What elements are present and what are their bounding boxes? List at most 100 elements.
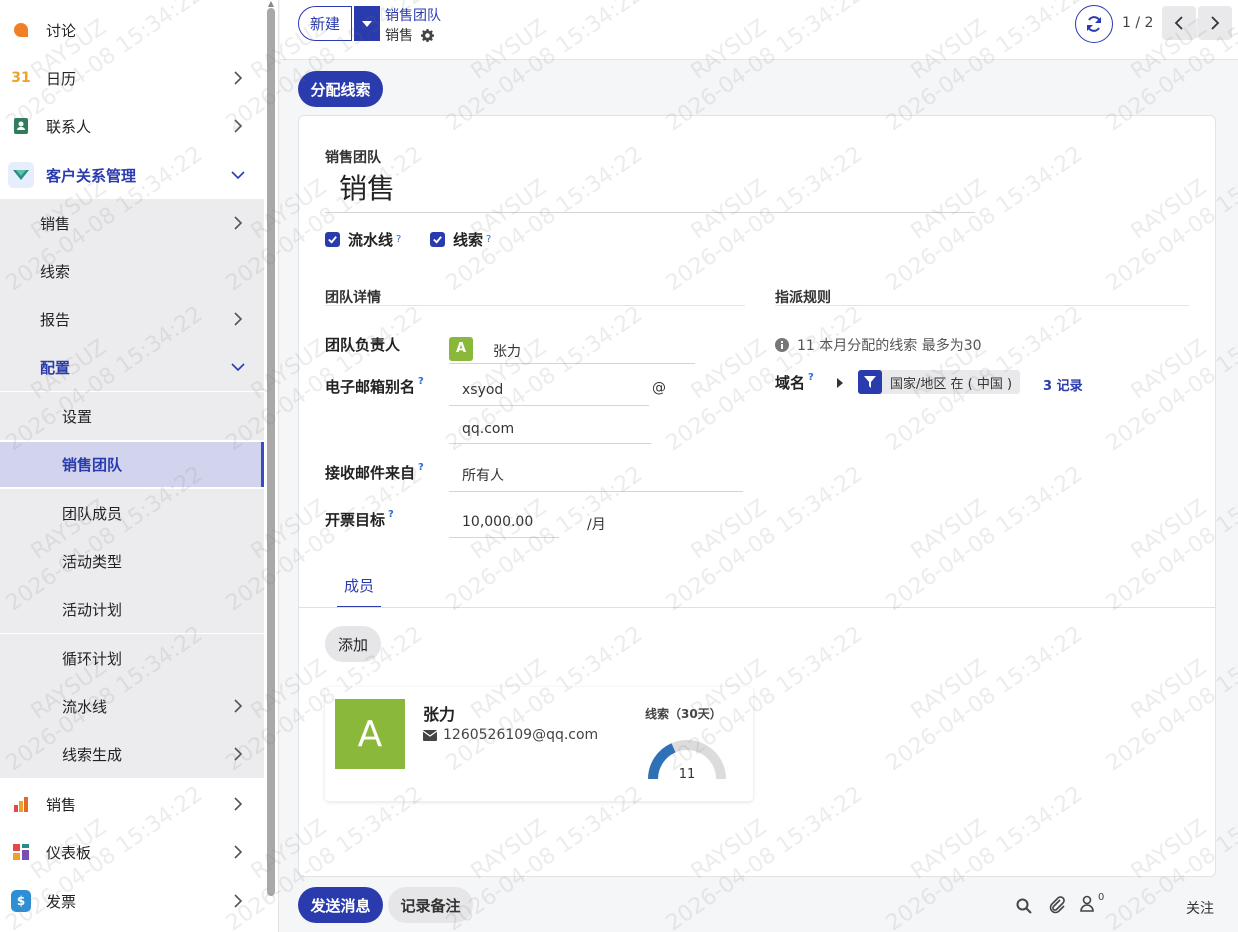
- tab-members[interactable]: 成员: [337, 570, 381, 608]
- paperclip-icon[interactable]: [1048, 896, 1066, 914]
- sidebar-item-configuration[interactable]: 配置: [0, 343, 264, 391]
- chatter-bar: 发送消息 记录备注 0 关注: [280, 880, 1238, 932]
- member-name: 张力: [423, 705, 456, 724]
- member-email-text: 1260526109@qq.com: [443, 727, 599, 743]
- member-email: 1260526109@qq.com: [423, 727, 598, 743]
- help-tooltip-icon[interactable]: ?: [418, 376, 424, 387]
- chevron-right-icon: [228, 894, 248, 908]
- send-message-button[interactable]: 发送消息: [298, 887, 383, 923]
- domain-filter-chip[interactable]: 国家/地区 在 ( 中国 ): [858, 370, 1021, 394]
- add-member-button[interactable]: 添加: [325, 626, 381, 662]
- team-leader-field[interactable]: A 张力: [449, 334, 695, 364]
- assign-leads-button[interactable]: 分配线索: [298, 71, 383, 107]
- follow-button[interactable]: 关注: [1186, 898, 1214, 918]
- discuss-icon: [8, 17, 34, 43]
- new-button[interactable]: 新建: [298, 6, 352, 41]
- sidebar-item-label: 设置: [62, 407, 93, 426]
- sidebar-item-label: 线索: [40, 262, 71, 281]
- sidebar-item-calendar[interactable]: 31 日历: [0, 54, 264, 102]
- form-sheet: 销售团队 销售 流水线 ? 线索 ? 团队详情 指派规则 团队负责人 A 张力 …: [298, 115, 1216, 877]
- help-tooltip-icon[interactable]: ?: [388, 509, 394, 520]
- sidebar-item-reports[interactable]: 报告: [0, 295, 264, 343]
- sidebar-item-team-members[interactable]: 团队成员: [0, 489, 264, 537]
- sidebar-item-sales[interactable]: 销售: [0, 199, 264, 247]
- sidebar-item-sales-app[interactable]: 销售: [0, 780, 264, 828]
- contacts-icon: [8, 113, 34, 139]
- assignment-rules-heading: 指派规则: [775, 290, 831, 306]
- sidebar-item-label: 日历: [46, 69, 77, 88]
- member-card[interactable]: A 张力 1260526109@qq.com 线索（30天） 11: [325, 687, 753, 801]
- chevron-right-icon: [228, 747, 248, 761]
- sidebar-item-label: 配置: [40, 358, 71, 377]
- sidebar-item-label: 联系人: [46, 117, 92, 136]
- chevron-right-icon: [228, 71, 248, 85]
- breadcrumb-parent-link[interactable]: 销售团队: [385, 5, 441, 25]
- sidebar-item-leads[interactable]: 线索: [0, 247, 264, 295]
- email-alias-input[interactable]: xsyod: [449, 378, 649, 406]
- sidebar-item-contacts[interactable]: 联系人: [0, 102, 264, 150]
- accept-from-select[interactable]: 所有人: [449, 462, 743, 492]
- pager-value[interactable]: 1 / 2: [1122, 15, 1153, 31]
- pipeline-checkbox-group: 流水线 ?: [325, 229, 401, 250]
- team-details-heading: 团队详情: [325, 290, 381, 306]
- invoice-icon: $: [11, 890, 31, 912]
- pager-previous-button[interactable]: [1162, 6, 1196, 40]
- checkmark-icon: [433, 236, 442, 244]
- sidebar-item-label: 报告: [40, 310, 71, 329]
- refresh-icon: [1087, 16, 1101, 32]
- email-alias-label-group: 电子邮箱别名?: [325, 376, 424, 397]
- sidebar-scrollbar[interactable]: [267, 8, 275, 896]
- sidebar-item-activity-types[interactable]: 活动类型: [0, 537, 264, 585]
- domain-records-link[interactable]: 3 记录: [1043, 375, 1083, 394]
- scroll-up-arrow-icon[interactable]: ▲: [266, 0, 276, 8]
- calendar-icon: 31: [11, 70, 31, 86]
- sidebar-item-discuss[interactable]: 讨论: [0, 6, 264, 54]
- sidebar-item-sales-teams[interactable]: 销售团队: [0, 442, 264, 487]
- invoice-target-label: 开票目标: [325, 511, 386, 529]
- help-tooltip-icon[interactable]: ?: [486, 234, 491, 245]
- email-at-sign: @: [652, 380, 666, 396]
- sidebar-item-activity-plans[interactable]: 活动计划: [0, 585, 264, 633]
- domain-expand-caret-icon[interactable]: [837, 378, 843, 388]
- chevron-right-icon: [228, 845, 248, 859]
- team-name-label: 销售团队: [325, 150, 381, 166]
- leads-checkbox[interactable]: [430, 232, 445, 247]
- sidebar-item-label: 销售团队: [62, 456, 123, 474]
- breadcrumb-current: 销售: [385, 25, 434, 45]
- sidebar-item-crm[interactable]: 客户关系管理: [0, 151, 264, 199]
- team-name-input[interactable]: 销售: [325, 168, 975, 213]
- sidebar-item-recurring-plans[interactable]: 循环计划: [0, 634, 264, 682]
- help-tooltip-icon[interactable]: ?: [396, 234, 401, 245]
- help-tooltip-icon[interactable]: ?: [418, 462, 424, 473]
- sidebar-item-label: 团队成员: [62, 504, 123, 523]
- sidebar-item-invoicing[interactable]: $ 发票: [0, 877, 264, 925]
- sidebar-item-pipeline[interactable]: 流水线: [0, 682, 264, 730]
- log-note-button[interactable]: 记录备注: [388, 887, 473, 923]
- search-icon[interactable]: [1016, 898, 1032, 914]
- sidebar-item-label: 循环计划: [62, 649, 123, 668]
- sidebar-item-settings[interactable]: 设置: [0, 392, 264, 440]
- new-dropdown-toggle[interactable]: [354, 6, 380, 41]
- sidebar-item-lead-generation[interactable]: 线索生成: [0, 730, 264, 778]
- sidebar-item-label: 销售: [46, 795, 77, 814]
- assignment-info-text: 11 本月分配的线索 最多为30: [797, 338, 982, 354]
- pipeline-checkbox[interactable]: [325, 232, 340, 247]
- refresh-button[interactable]: [1075, 5, 1113, 43]
- avatar: A: [449, 336, 473, 361]
- sidebar-item-label: 活动类型: [62, 552, 123, 571]
- assignment-info: 11 本月分配的线索 最多为30: [775, 335, 982, 355]
- sidebar-item-dashboard[interactable]: 仪表板: [0, 828, 264, 876]
- accept-from-label: 接收邮件来自: [325, 464, 416, 482]
- gear-icon[interactable]: [421, 28, 434, 42]
- info-icon: [775, 338, 789, 352]
- invoice-target-input[interactable]: 10,000.00: [449, 510, 559, 538]
- leads-gauge-title: 线索（30天）: [645, 707, 722, 721]
- user-icon: [1080, 895, 1094, 912]
- pager-next-button[interactable]: [1198, 6, 1232, 40]
- followers-button[interactable]: 0: [1080, 892, 1105, 912]
- help-tooltip-icon[interactable]: ?: [808, 372, 814, 383]
- follower-count: 0: [1098, 892, 1105, 903]
- tab-divider: [299, 607, 1215, 608]
- crm-icon: [8, 162, 34, 188]
- chevron-right-icon: [228, 119, 248, 133]
